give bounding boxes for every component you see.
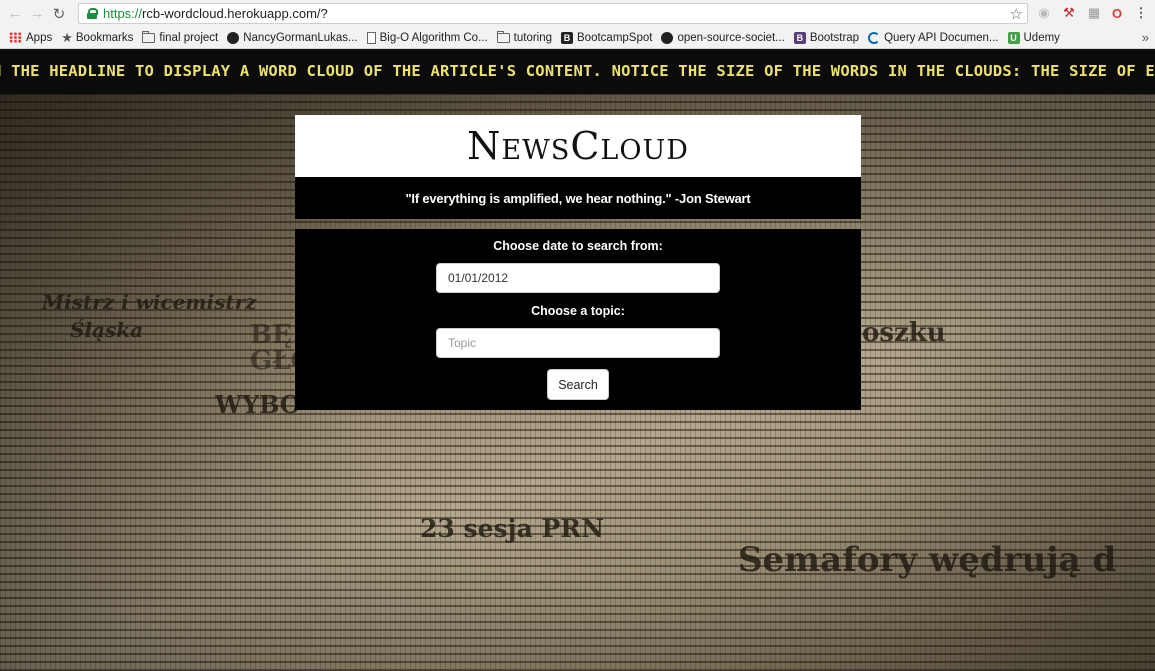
background-headline: 23 sesja PRN (420, 514, 604, 543)
bookmark-open-source[interactable]: open-source-societ... (661, 31, 785, 44)
bookmark-udemy[interactable]: U Udemy (1007, 31, 1060, 44)
background-headline: oszku (862, 318, 946, 348)
extension-grid-icon[interactable]: ▦ (1085, 4, 1103, 22)
bookmark-bootcampspot[interactable]: B BootcampSpot (561, 31, 653, 44)
jquery-icon (868, 31, 881, 44)
background-headline: Śląska (70, 318, 144, 342)
bootstrap-icon: B (793, 31, 806, 44)
bookmark-label: Bootstrap (809, 31, 860, 44)
search-form: Choose date to search from: Choose a top… (295, 229, 861, 410)
bookmark-label: NancyGormanLukas... (243, 31, 358, 44)
apps-grid-icon (9, 32, 22, 43)
quote-text: "If everything is amplified, we hear not… (405, 190, 751, 206)
search-button[interactable]: Search (547, 369, 609, 400)
udemy-icon: U (1007, 31, 1020, 44)
date-label: Choose date to search from: (493, 239, 663, 253)
page-content: Mistrz i wicemistrz Śląska BĘ GŁO WYBO o… (0, 50, 1155, 671)
bootcampspot-icon: B (561, 31, 574, 44)
bookmark-label: tutoring (513, 31, 553, 44)
date-input[interactable] (436, 263, 720, 293)
back-arrow-icon[interactable]: ← (4, 3, 26, 25)
github-icon (227, 31, 240, 44)
background-headline: Mistrz i wicemistrz (42, 290, 257, 314)
menu-dots-icon[interactable]: ⋮ (1132, 4, 1150, 22)
bookmark-label: Big-O Algorithm Co... (379, 31, 488, 44)
lock-icon (87, 8, 98, 19)
topic-input[interactable] (436, 328, 720, 358)
bookmark-jquery[interactable]: Query API Documen... (868, 31, 999, 44)
github-icon (661, 31, 674, 44)
bookmark-big-o[interactable]: Big-O Algorithm Co... (366, 31, 488, 44)
bookmark-bootstrap[interactable]: B Bootstrap (793, 31, 860, 44)
bookmark-label: open-source-societ... (677, 31, 785, 44)
document-icon (366, 31, 376, 44)
bookmark-star-icon[interactable]: ☆ (1010, 5, 1023, 23)
page-title: NewsCloud (467, 124, 689, 168)
url-scheme: https:// (103, 6, 143, 21)
reload-icon[interactable]: ↻ (48, 3, 70, 25)
bookmark-label: Apps (26, 31, 53, 44)
star-icon: ★ (61, 30, 73, 45)
bookmarks-bar: Apps ★ Bookmarks final project NancyGorma… (0, 27, 1155, 49)
ticker-text: N THE HEADLINE TO DISPLAY A WORD CLOUD O… (0, 62, 1155, 80)
bookmark-bookmarks[interactable]: ★ Bookmarks (61, 31, 133, 44)
quote-box: "If everything is amplified, we hear not… (295, 177, 861, 219)
browser-toolbar: ← → ↻ https:// rcb-wordcloud.herokuapp.c… (0, 0, 1155, 27)
folder-icon (142, 30, 156, 43)
forward-arrow-icon[interactable]: → (26, 3, 48, 25)
address-bar[interactable]: https:// rcb-wordcloud.herokuapp.com/? ☆ (78, 3, 1028, 24)
ticker-bar: N THE HEADLINE TO DISPLAY A WORD CLOUD O… (0, 50, 1155, 94)
background-headline: Semafory wędrują d (738, 540, 1117, 580)
opera-icon[interactable]: O (1108, 4, 1126, 22)
bookmark-github-nancy[interactable]: NancyGormanLukas... (227, 31, 358, 44)
folder-icon (496, 30, 510, 43)
bookmark-label: BootcampSpot (577, 31, 653, 44)
bookmark-label: Udemy (1023, 31, 1060, 44)
bookmarks-overflow-icon[interactable]: » (1142, 30, 1149, 45)
background-headline: WYBO (215, 390, 301, 419)
bookmark-label: final project (159, 31, 219, 44)
bookmark-apps[interactable]: Apps (9, 32, 52, 44)
bookmark-final-project[interactable]: final project (142, 30, 219, 44)
extension-badge-icon[interactable]: ⚒ (1060, 4, 1078, 22)
url-text: rcb-wordcloud.herokuapp.com/? (142, 6, 328, 21)
topic-label: Choose a topic: (531, 304, 625, 318)
bookmark-label: Query API Documen... (884, 31, 999, 44)
bookmark-label: Bookmarks (75, 31, 134, 44)
title-box: NewsCloud (295, 115, 861, 177)
extension-icon[interactable]: ◉ (1035, 4, 1053, 22)
bookmark-tutoring[interactable]: tutoring (496, 30, 553, 44)
